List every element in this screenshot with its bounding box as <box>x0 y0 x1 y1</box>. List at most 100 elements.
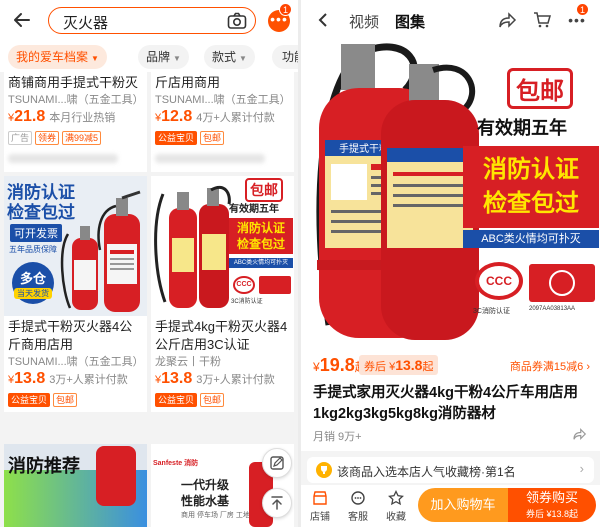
tab-gallery[interactable]: 图集 <box>395 11 425 32</box>
product-price: ¥13.8 3万+人累计付款 <box>4 370 147 388</box>
tag: 广告 <box>8 131 33 145</box>
back-to-top-button[interactable] <box>262 488 292 518</box>
search-input[interactable]: 灭火器 <box>48 7 256 34</box>
warehouse-badge: 多仓 当天发货 <box>12 262 54 304</box>
chevron-right-icon: › <box>579 461 584 476</box>
buy-with-coupon-button[interactable]: 领券购买 券后 ¥13.8起 <box>508 488 596 522</box>
cert-seal-shape <box>549 270 575 296</box>
trophy-icon <box>316 462 332 478</box>
shop-button[interactable]: 店铺 <box>303 488 337 523</box>
star-icon <box>379 488 413 508</box>
fav-label: 收藏 <box>386 512 406 523</box>
back-chevron-icon[interactable] <box>311 8 335 32</box>
product-detail-pane: 手提式干粉灭火器 包邮 有效期五年 消防认证检查包过 ABC类火情均可扑灭 C <box>301 0 600 527</box>
search-results-pane: 灭火器 ••• 1 我的爱车档案▼ 品牌▼ 款式▼ 功能 商铺商用手提式干粉灭 … <box>0 0 298 527</box>
share-icon[interactable] <box>572 426 588 442</box>
product-card[interactable]: 消防推荐 <box>4 444 147 527</box>
cart-icon[interactable] <box>531 9 553 31</box>
notification-badge: 1 <box>576 3 589 16</box>
tag-row: 广告 领券 满99减5 <box>4 126 147 148</box>
filter-chip-brand[interactable]: 品牌 ▼ <box>138 45 189 69</box>
shop-name: TSUNAMI...啸（五金工具） <box>155 94 291 106</box>
ranking-bar[interactable]: 该商品入选本店人气收藏榜·第1名 › <box>307 457 594 483</box>
blurred-line <box>8 154 118 163</box>
tag-row: 公益宝贝 包邮 <box>4 388 147 410</box>
tag-row: 公益宝贝 包邮 <box>151 126 294 148</box>
share-icon[interactable] <box>497 9 519 31</box>
product-title: 手提式4kg干粉灭火器4公斤店用3C认证 <box>155 319 288 352</box>
shop-name: TSUNAMI...啸（五金工具） <box>8 94 144 106</box>
product-card[interactable]: 包邮 有效期五年 消防认证 检查包过 ABC类火情均可扑灭 CCC 3C消防认证 … <box>151 176 294 412</box>
filter-chip-car-profile[interactable]: 我的爱车档案 ▼ <box>8 45 107 69</box>
img-text: 有效期五年 <box>229 204 279 215</box>
img-text: 3C消防认证 <box>231 299 263 305</box>
function-label: 功能 <box>282 50 298 64</box>
tab-video[interactable]: 视频 <box>349 11 379 32</box>
favorite-button[interactable]: 收藏 <box>379 488 413 523</box>
product-card[interactable]: 斤店用商用 TSUNAMI...啸（五金工具） ¥12.8 4万+人累计付款 公益… <box>151 72 294 172</box>
tag: 满99减5 <box>62 131 102 145</box>
img-text: 消防认证 <box>236 221 285 235</box>
tag: 包邮 <box>53 393 78 407</box>
extinguisher-illustration <box>60 190 141 312</box>
tag-row: 公益宝贝 包邮 <box>151 388 294 410</box>
img-text: 检查包过 <box>236 237 285 251</box>
dropdown-caret-icon: ▼ <box>173 54 181 63</box>
tag: 公益宝贝 <box>155 131 198 145</box>
coupon-suffix: 起 <box>422 361 434 373</box>
price-value: 12.8 <box>161 108 193 125</box>
filter-chip-function[interactable]: 功能 <box>272 45 298 69</box>
back-arrow-icon[interactable] <box>10 8 34 32</box>
add-to-cart-button[interactable]: 加入购物车 <box>418 488 508 522</box>
ccc-caption: 3C消防认证 <box>473 308 510 315</box>
ccc-logo-icon: CCC <box>475 262 523 300</box>
product-title: 手提式家用灭火器4kg干粉4公斤车用店用1kg2kg3kg5kg8kg消防器材 <box>313 385 579 422</box>
feedback-button[interactable] <box>262 448 292 478</box>
sales-count: 3万+人累计付款 <box>49 374 128 386</box>
free-shipping-badge: 包邮 <box>507 68 573 109</box>
product-price: ¥13.8 3万+人累计付款 <box>151 370 294 388</box>
cert-line-1: 消防认证 <box>483 156 579 183</box>
img-text: 当天发货 <box>14 288 52 299</box>
validity-text: 有效期五年 <box>477 118 567 138</box>
chat-icon <box>341 488 375 508</box>
shop-name: TSUNAMI...啸（五金工具） <box>8 356 144 368</box>
abc-banner: ABC类火情均可扑灭 <box>463 230 599 248</box>
product-price: ¥12.8 4万+人累计付款 <box>151 108 294 126</box>
arrow-up-icon <box>271 496 283 510</box>
detail-header: 视频 图集 ••• 1 <box>301 0 600 40</box>
ranking-text: 该商品入选本店人气收藏榜·第1名 <box>337 465 516 479</box>
img-text: Sanfeste 消防 <box>153 460 199 467</box>
cert-number: 2097AA03813AA <box>529 306 576 312</box>
search-query: 灭火器 <box>63 15 109 32</box>
filter-bar: 我的爱车档案▼ 品牌▼ 款式▼ 功能 <box>0 40 298 72</box>
coupon-label: 券后 <box>364 361 386 373</box>
product-price: ¥21.8 本月行业热销 <box>4 108 147 126</box>
camera-icon[interactable] <box>227 11 247 31</box>
cert-line-2: 检查包过 <box>483 190 579 217</box>
img-text: ABC类火情均可扑灭 <box>229 258 293 268</box>
product-card[interactable]: 消防认证 检查包过 可开发票 五年品质保障 多仓 当天发货 手提式干粉灭火器4公斤… <box>4 176 147 412</box>
img-text: 多仓 <box>19 271 46 286</box>
img-text: 一代升级 <box>181 478 230 492</box>
product-title: 手提式干粉灭火器4公斤商用店用 <box>8 319 133 352</box>
price-value: 19.8 <box>319 355 355 375</box>
extinguisher-shape <box>96 446 136 506</box>
price-value: 21.8 <box>14 108 46 125</box>
cert-stamp-icon <box>259 276 291 294</box>
car-profile-label: 我的爱车档案 <box>16 50 89 64</box>
voucher-link[interactable]: 商品券满15减6 › <box>510 358 590 374</box>
ccc-logo-icon: CCC <box>233 276 255 294</box>
product-title: 斤店用商用 <box>155 75 221 90</box>
sales-count: 3万+人累计付款 <box>196 374 275 386</box>
style-label: 款式 <box>212 50 237 64</box>
product-card[interactable]: 商铺商用手提式干粉灭 TSUNAMI...啸（五金工具） ¥21.8 本月行业热销… <box>4 72 147 172</box>
dropdown-caret-icon: ▼ <box>239 54 247 63</box>
brand-label: 品牌 <box>146 50 171 64</box>
blurred-line <box>155 154 265 163</box>
tag: 包邮 <box>200 393 225 407</box>
buy-sub-label: 券后 ¥13.8起 <box>525 509 579 519</box>
customer-service-button[interactable]: 客服 <box>341 488 375 523</box>
filter-chip-style[interactable]: 款式 ▼ <box>204 45 255 69</box>
product-gallery[interactable]: 手提式干粉灭火器 包邮 有效期五年 消防认证检查包过 ABC类火情均可扑灭 C <box>301 0 600 343</box>
